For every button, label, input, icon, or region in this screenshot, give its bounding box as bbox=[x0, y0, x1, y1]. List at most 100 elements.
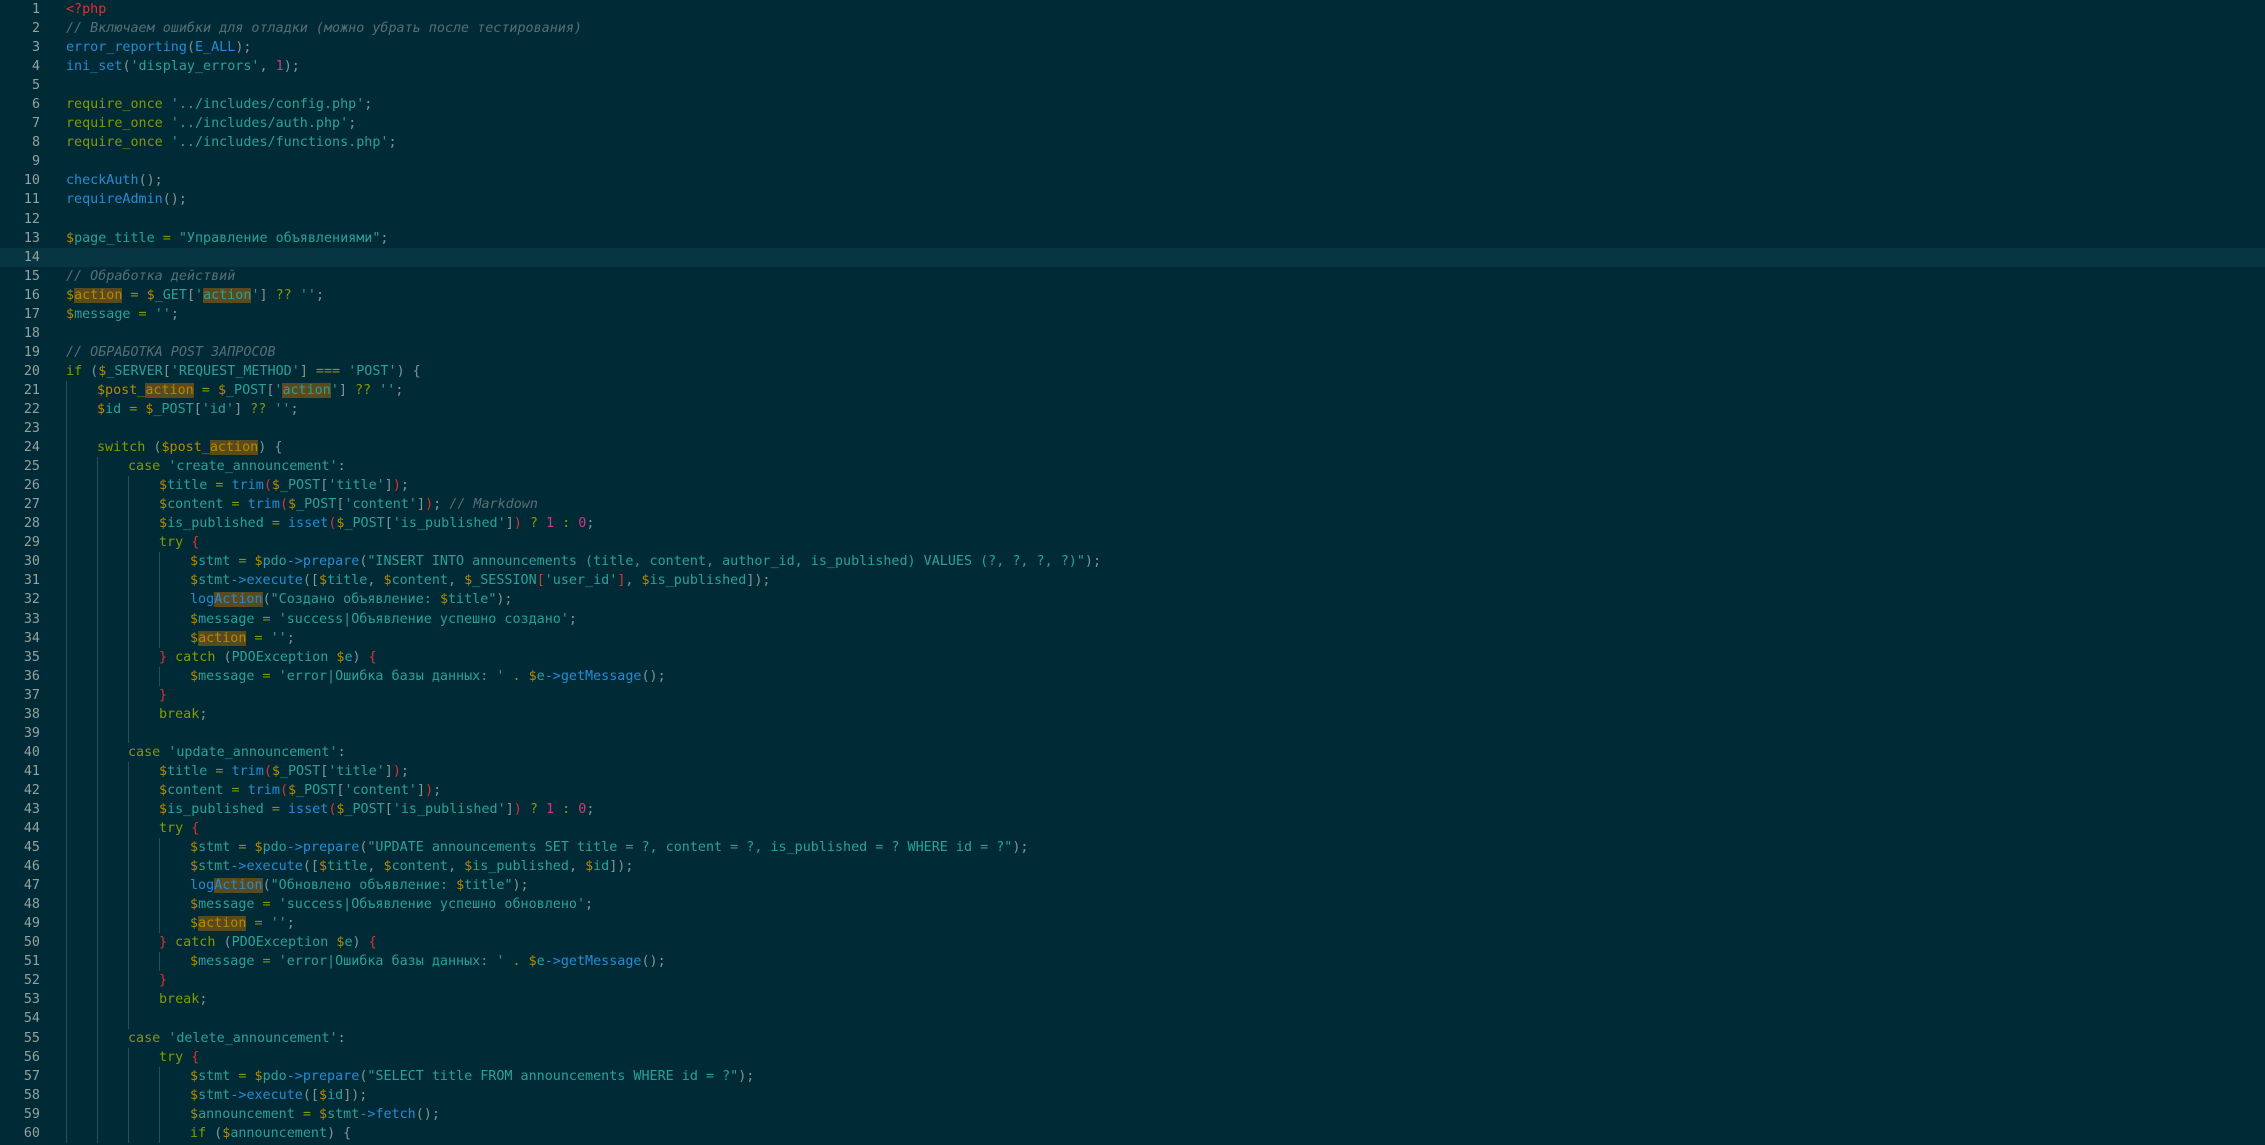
code-line[interactable]: 11 requireAdmin(); bbox=[0, 190, 2265, 209]
code-line[interactable]: 54 bbox=[0, 1009, 2265, 1029]
code-line[interactable]: 57 $stmt = $pdo->prepare("SELECT title FR… bbox=[0, 1066, 2265, 1086]
code-line[interactable]: 47 logAction("Обновлено объявление: $titl… bbox=[0, 876, 2265, 896]
code-token: '../includes/config.php' bbox=[170, 97, 365, 113]
code-text: $message = ''; bbox=[66, 305, 179, 324]
code-token: _POST bbox=[344, 516, 385, 532]
code-line[interactable]: 9 bbox=[0, 152, 2265, 171]
code-line[interactable]: 46 $stmt->execute([$title, $content, $is_… bbox=[0, 857, 2265, 877]
code-line[interactable]: 26 $title = trim($_POST['title']); bbox=[0, 476, 2265, 496]
code-text: <?php bbox=[66, 0, 106, 19]
code-token: e bbox=[344, 935, 353, 951]
code-token: = bbox=[254, 954, 279, 970]
code-line[interactable]: 32 logAction("Создано объявление: $title"… bbox=[0, 590, 2265, 610]
code-line[interactable]: 43 $is_published = isset($_POST['is_publi… bbox=[0, 799, 2265, 820]
code-line[interactable]: 50} catch (PDOException $e) { bbox=[0, 933, 2265, 953]
highlighted-token: action bbox=[198, 630, 247, 646]
code-line[interactable]: 18 bbox=[0, 324, 2265, 343]
code-line[interactable]: 15 // Обработка действий bbox=[0, 267, 2265, 286]
code-line[interactable]: 36 $message = 'error|Ошибка базы данных: … bbox=[0, 666, 2265, 686]
code-line[interactable]: 12 bbox=[0, 210, 2265, 229]
code-line[interactable]: 44 try { bbox=[0, 819, 2265, 839]
code-token: 'content' bbox=[344, 782, 417, 798]
code-token: ?? bbox=[267, 287, 300, 303]
code-line[interactable]: 49 $action = ''; bbox=[0, 914, 2265, 934]
code-line[interactable]: 7 require_once '../includes/auth.php'; bbox=[0, 114, 2265, 133]
code-line[interactable]: 53 break; bbox=[0, 990, 2265, 1010]
code-line[interactable]: 29 try { bbox=[0, 533, 2265, 553]
indent-guide bbox=[97, 666, 98, 686]
code-token: " bbox=[504, 878, 513, 894]
code-token: $ bbox=[254, 1068, 263, 1084]
code-line[interactable]: 48 $message = 'success|Объявление успешно… bbox=[0, 895, 2265, 915]
code-line[interactable]: 1 <?php bbox=[0, 0, 2265, 19]
code-line[interactable]: 31 $stmt->execute([$title, $content, $_SE… bbox=[0, 571, 2265, 591]
code-line[interactable]: 5 bbox=[0, 76, 2265, 95]
indent-guide bbox=[159, 1085, 160, 1105]
code-line[interactable]: 24 switch ($post_action) { bbox=[0, 438, 2265, 458]
code-token: , bbox=[625, 573, 642, 589]
code-token: ; bbox=[380, 230, 389, 246]
code-line[interactable]: 22 $id = $_POST['id'] ?? ''; bbox=[0, 399, 2265, 420]
code-line[interactable]: 27 $content = trim($_POST['content']); //… bbox=[0, 495, 2265, 515]
code-line[interactable]: 4 ini_set('display_errors', 1); bbox=[0, 57, 2265, 76]
code-token: _GET bbox=[154, 287, 187, 303]
code-line[interactable]: 28 $is_published = isset($_POST['is_publi… bbox=[0, 514, 2265, 534]
code-line[interactable]: 39 bbox=[0, 723, 2265, 743]
code-line[interactable]: 10 checkAuth(); bbox=[0, 171, 2265, 190]
code-token: $ bbox=[319, 1106, 328, 1122]
code-line[interactable]: 34 $action = ''; bbox=[0, 628, 2265, 648]
code-text: case 'update_announcement': bbox=[128, 743, 346, 762]
code-editor[interactable]: 1 <?php 2 // Включаем ошибки для отладки (м… bbox=[0, 0, 2265, 1145]
code-token: stmt bbox=[198, 1068, 231, 1084]
code-token: 'display_errors' bbox=[130, 59, 260, 75]
code-token: 'title' bbox=[328, 763, 385, 779]
code-line[interactable]: 58 $stmt->execute([$id]); bbox=[0, 1085, 2265, 1105]
code-token: "SELECT title FROM announcements WHERE i… bbox=[367, 1068, 739, 1084]
code-line[interactable]: 33 $message = 'success|Объявление успешно… bbox=[0, 609, 2265, 629]
code-token: -> bbox=[286, 554, 303, 570]
code-token: 'user_id' bbox=[544, 573, 618, 589]
code-text: if ($_SERVER['REQUEST_METHOD'] === 'POST… bbox=[66, 362, 421, 381]
code-line[interactable]: 56 try { bbox=[0, 1047, 2265, 1067]
code-token: ' bbox=[195, 287, 204, 303]
code-line[interactable]: 38 break; bbox=[0, 704, 2265, 724]
line-number: 32 bbox=[23, 592, 40, 608]
code-line[interactable]: 30 $stmt = $pdo->prepare("INSERT INTO ann… bbox=[0, 552, 2265, 572]
code-line[interactable]: 59 $announcement = $stmt->fetch(); bbox=[0, 1104, 2265, 1124]
code-line[interactable]: 55 case 'delete_announcement': bbox=[0, 1028, 2265, 1048]
code-line[interactable]: 6 require_once '../includes/config.php'; bbox=[0, 95, 2265, 114]
code-line[interactable]: 13 $page_title = "Управление объявлениями… bbox=[0, 229, 2265, 248]
code-line[interactable]: 42 $content = trim($_POST['content']); bbox=[0, 780, 2265, 800]
code-token: ; bbox=[199, 992, 208, 1008]
code-line[interactable]: 25 case 'create_announcement': bbox=[0, 457, 2265, 477]
indent-guide bbox=[159, 952, 160, 972]
code-token: [ bbox=[536, 573, 545, 589]
code-line[interactable]: 60 if ($announcement) { bbox=[0, 1123, 2265, 1143]
code-token: (); bbox=[415, 1106, 440, 1122]
code-text: if ($announcement) { bbox=[190, 1124, 351, 1143]
highlighted-token: action bbox=[209, 440, 259, 456]
code-token: 1 bbox=[546, 516, 555, 532]
code-line[interactable]: 3 error_reporting(E_ALL); bbox=[0, 38, 2265, 57]
code-line[interactable]: 35} catch (PDOException $e) { bbox=[0, 647, 2265, 667]
code-line[interactable]: 52} bbox=[0, 971, 2265, 991]
code-line[interactable]: 21 $post_action = $_POST['action'] ?? ''; bbox=[0, 380, 2265, 400]
code-line[interactable]: 2 // Включаем ошибки для отладки (можно у… bbox=[0, 19, 2265, 38]
code-line[interactable]: 17 $message = ''; bbox=[0, 305, 2265, 324]
code-line[interactable]: 16 $action = $_GET['action'] ?? ''; bbox=[0, 286, 2265, 305]
code-line[interactable]: 51 $message = 'error|Ошибка базы данных: … bbox=[0, 952, 2265, 972]
code-line[interactable]: 20 if ($_SERVER['REQUEST_METHOD'] === 'PO… bbox=[0, 362, 2265, 381]
code-token: ) bbox=[513, 801, 522, 817]
code-line[interactable]: 41 $title = trim($_POST['title']); bbox=[0, 761, 2265, 781]
code-line[interactable]: 8 require_once '../includes/functions.php… bbox=[0, 133, 2265, 152]
indent-guide bbox=[159, 666, 160, 686]
code-line[interactable]: 19 // ОБРАБОТКА POST ЗАПРОСОВ bbox=[0, 343, 2265, 362]
code-token: -> bbox=[359, 1106, 376, 1122]
code-line[interactable]: 45 $stmt = $pdo->prepare("UPDATE announce… bbox=[0, 838, 2265, 858]
code-line[interactable]: 40 case 'update_announcement': bbox=[0, 742, 2265, 762]
code-line[interactable]: 37} bbox=[0, 685, 2265, 705]
code-token: ] bbox=[505, 801, 514, 817]
code-token: ( bbox=[262, 878, 271, 894]
code-line[interactable]: 14 bbox=[0, 247, 2265, 267]
code-line[interactable]: 23 bbox=[0, 419, 2265, 439]
